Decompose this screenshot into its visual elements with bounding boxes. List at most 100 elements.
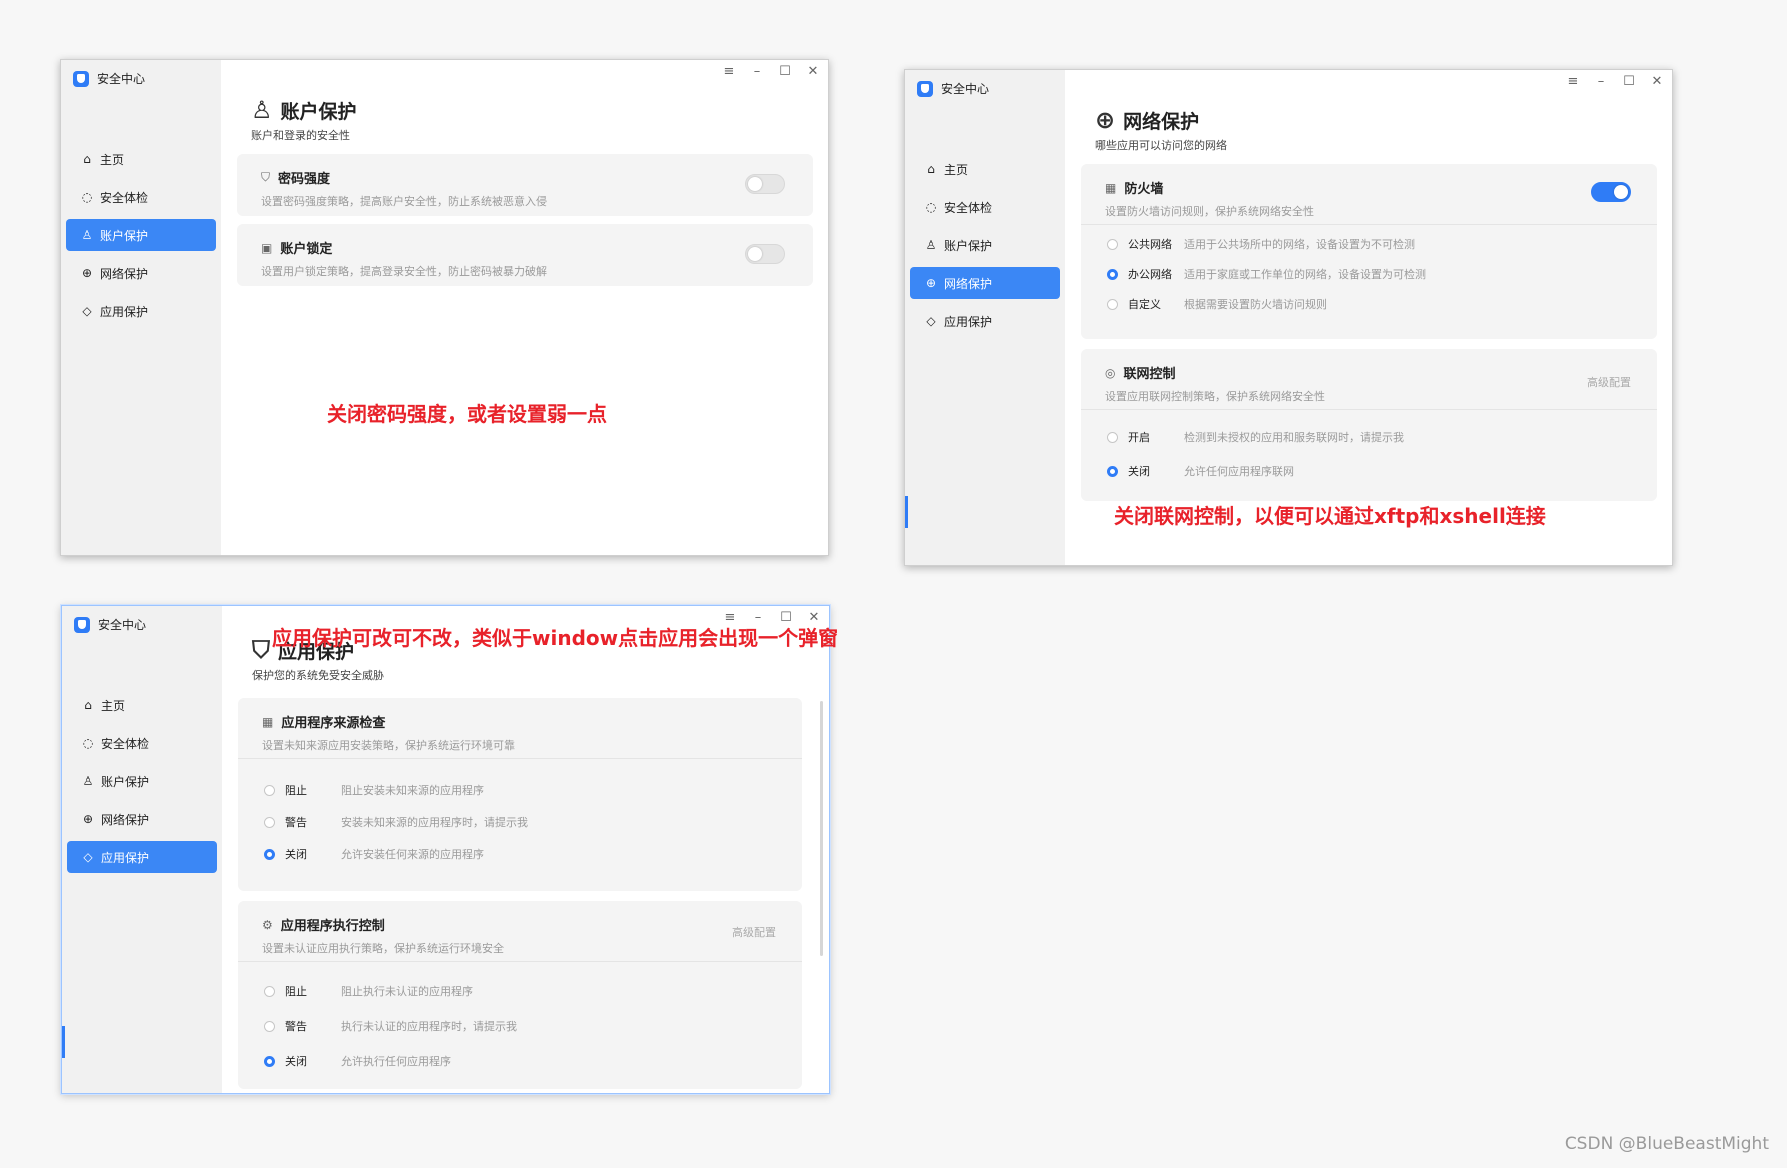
sidebar-item-2[interactable]: ♙ 账户保护 [910,229,1060,261]
card-description: 设置未知来源应用安装策略，保护系统运行环境可靠 [262,739,515,752]
radio-option[interactable]: 开启 检测到未授权的应用和服务联网时，请提示我 [1107,429,1404,445]
sidebar-item-2[interactable]: ♙ 账户保护 [67,765,217,797]
home-icon: ⌂ [83,152,91,166]
sidebar-nav: ⌂ 主页 ◌ 安全体检 ♙ 账户保护 ⊕ 网络保护 ◇ 应用保护 [910,153,1060,343]
sidebar-item-1[interactable]: ◌ 安全体检 [67,727,217,759]
radio-description: 安装未知来源的应用程序时，请提示我 [341,816,528,829]
app-title: 安全中心 [73,70,145,87]
card-title-label: 密码强度 [278,172,331,187]
account-lockout-toggle[interactable] [745,244,785,264]
radio-button[interactable] [264,784,275,796]
sidebar-item-label: 账户保护 [100,228,149,243]
shield-icon: ◇ [83,850,93,864]
annotation-password: 关闭密码强度，或者设置弱一点 [327,402,607,426]
page-header: ♙ 账户保护 账户和登录的安全性 [251,96,357,143]
radio-button[interactable] [264,1020,275,1032]
window-account-protection: 安全中心 ⌂ 主页 ◌ 安全体检 ♙ 账户保护 ⊕ 网络保护 ◇ 应用保护 ≡ – ☐ ✕ ♙ 账… [60,59,829,556]
sidebar-item-label: 安全体检 [944,200,993,215]
sidebar-item-label: 应用保护 [101,850,150,865]
shield-check-icon: ⛉ [252,636,270,664]
sidebar-item-1[interactable]: ◌ 安全体检 [910,191,1060,223]
app-exec-icon: ⚙ [262,917,273,932]
radio-button[interactable] [1107,268,1118,280]
radio-option[interactable]: 警告 安装未知来源的应用程序时，请提示我 [264,814,528,830]
card-description: 设置未认证应用执行策略，保护系统运行环境安全 [262,942,504,955]
radio-option[interactable]: 关闭 允许任何应用程序联网 [1107,463,1294,479]
radio-label: 自定义 [1128,298,1161,311]
advanced-config-link[interactable]: 高级配置 [732,924,776,940]
radio-option[interactable]: 公共网络 适用于公共场所中的网络，设备设置为不可检测 [1107,236,1415,252]
shield-icon: ◇ [926,314,936,328]
radio-button[interactable] [264,1055,275,1067]
radio-option[interactable]: 阻止 阻止安装未知来源的应用程序 [264,782,484,798]
radio-description: 适用于家庭或工作单位的网络，设备设置为可检测 [1184,268,1426,281]
main-content: ⊕ 网络保护 哪些应用可以访问您的网络 ▦ 防火墙 设置防火墙访问规则，保护系统… [1065,70,1672,565]
radio-description: 阻止安装未知来源的应用程序 [341,784,484,797]
scrollbar[interactable] [820,701,823,956]
app-source-check-card: ▦ 应用程序来源检查 设置未知来源应用安装策略，保护系统运行环境可靠 阻止 阻止安… [238,698,802,891]
network-control-icon: ◎ [1105,365,1116,380]
sidebar-item-0[interactable]: ⌂ 主页 [66,143,216,175]
card-description: 设置防火墙访问规则，保护系统网络安全性 [1105,205,1314,218]
sidebar-item-3[interactable]: ⊕ 网络保护 [66,257,216,289]
page-header: ⊕ 网络保护 哪些应用可以访问您的网络 [1095,106,1227,153]
page-subtitle: 账户和登录的安全性 [251,129,350,142]
radio-option[interactable]: 阻止 阻止执行未认证的应用程序 [264,983,473,999]
radio-option[interactable]: 关闭 允许执行任何应用程序 [264,1053,451,1069]
sidebar-item-label: 主页 [944,162,969,177]
card-title: ⚙ 应用程序执行控制 [262,915,778,935]
sidebar: 安全中心 ⌂ 主页 ◌ 安全体检 ♙ 账户保护 ⊕ 网络保护 ◇ 应用保护 [61,60,221,555]
sidebar-item-3[interactable]: ⊕ 网络保护 [910,267,1060,299]
sidebar-item-2[interactable]: ♙ 账户保护 [66,219,216,251]
radio-option[interactable]: 警告 执行未认证的应用程序时，请提示我 [264,1018,517,1034]
sidebar-item-4[interactable]: ◇ 应用保护 [67,841,217,873]
app-title-label: 安全中心 [941,82,990,96]
radio-option[interactable]: 关闭 允许安装任何来源的应用程序 [264,846,484,862]
radio-label: 公共网络 [1128,238,1172,251]
radio-button[interactable] [264,848,275,860]
sidebar-item-4[interactable]: ◇ 应用保护 [66,295,216,327]
radio-option[interactable]: 办公网络 适用于家庭或工作单位的网络，设备设置为可检测 [1107,266,1426,282]
radio-label: 开启 [1128,431,1150,444]
radio-label: 关闭 [285,848,307,861]
radio-button[interactable] [1107,465,1118,477]
divider [1081,224,1657,225]
firewall-icon: ▦ [1105,180,1117,195]
card-title-label: 应用程序执行控制 [280,919,385,934]
radio-description: 阻止执行未认证的应用程序 [341,985,473,998]
app-title-label: 安全中心 [97,72,146,86]
window-network-protection: 安全中心 ⌂ 主页 ◌ 安全体检 ♙ 账户保护 ⊕ 网络保护 ◇ 应用保护 ≡ – ☐ ✕ ⊕ 网… [904,69,1673,566]
firewall-toggle[interactable] [1591,182,1631,202]
sidebar: 安全中心 ⌂ 主页 ◌ 安全体检 ♙ 账户保护 ⊕ 网络保护 ◇ 应用保护 [62,606,222,1093]
sidebar-item-1[interactable]: ◌ 安全体检 [66,181,216,213]
divider [1081,409,1657,410]
sidebar-item-0[interactable]: ⌂ 主页 [910,153,1060,185]
sidebar-item-label: 安全体检 [101,736,150,751]
sidebar-item-label: 安全体检 [100,190,149,205]
radio-button[interactable] [264,985,275,997]
app-exec-control-card: ⚙ 应用程序执行控制 设置未认证应用执行策略，保护系统运行环境安全 高级配置 阻… [238,901,802,1089]
sidebar-item-label: 应用保护 [944,314,993,329]
radio-label: 关闭 [285,1055,307,1068]
card-title: ⛉ 密码强度 [261,168,789,187]
sidebar-nav: ⌂ 主页 ◌ 安全体检 ♙ 账户保护 ⊕ 网络保护 ◇ 应用保护 [66,143,216,333]
sidebar-item-label: 应用保护 [100,304,149,319]
radio-description: 根据需要设置防火墙访问规则 [1184,298,1327,311]
radio-button[interactable] [264,816,275,828]
radio-option[interactable]: 自定义 根据需要设置防火墙访问规则 [1107,296,1327,312]
password-strength-toggle[interactable] [745,174,785,194]
radio-button[interactable] [1107,298,1118,310]
card-title: ▦ 应用程序来源检查 [262,712,778,732]
password-strength-card: ⛉ 密码强度 设置密码强度策略，提高账户安全性，防止系统被恶意入侵 [237,154,813,216]
sidebar-item-0[interactable]: ⌂ 主页 [67,689,217,721]
radio-button[interactable] [1107,431,1118,443]
radio-label: 关闭 [1128,465,1150,478]
advanced-config-link[interactable]: 高级配置 [1587,374,1631,390]
sidebar-item-4[interactable]: ◇ 应用保护 [910,305,1060,337]
radio-label: 阻止 [285,985,307,998]
radio-button[interactable] [1107,238,1118,250]
sidebar-item-3[interactable]: ⊕ 网络保护 [67,803,217,835]
page-subtitle: 哪些应用可以访问您的网络 [1095,139,1227,152]
card-title-label: 应用程序来源检查 [281,716,386,731]
radio-description: 允许安装任何来源的应用程序 [341,848,484,861]
